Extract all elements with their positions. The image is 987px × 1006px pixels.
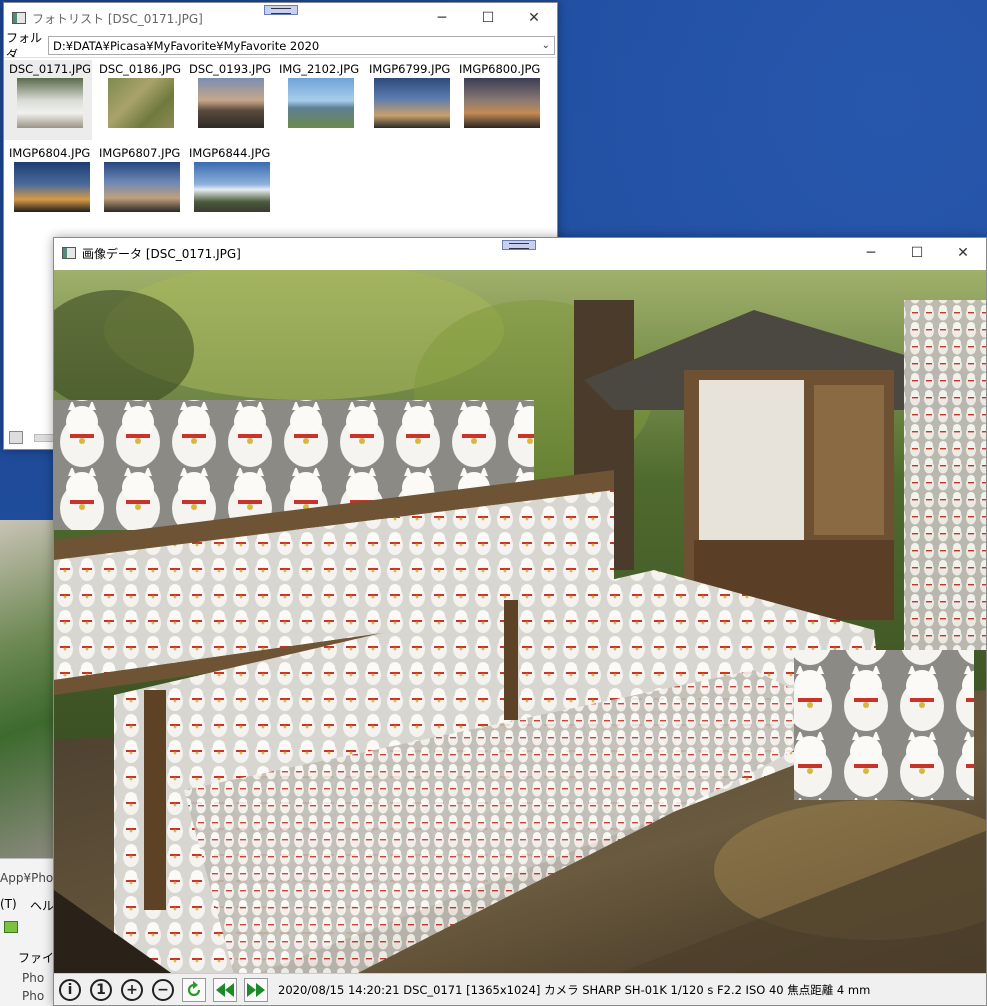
horizontal-scrollbar[interactable] bbox=[34, 434, 54, 442]
folder-row: フォルダ D:¥DATA¥Picasa¥MyFavorite¥MyFavorit… bbox=[4, 31, 557, 62]
maximize-button[interactable]: ☐ bbox=[894, 238, 940, 268]
thumbnail-filename: IMGP6799.JPG bbox=[369, 62, 451, 76]
thumbnail-item[interactable]: IMGP6799.JPG bbox=[364, 60, 452, 140]
image-data-titlebar[interactable]: 画像データ [DSC_0171.JPG] ─ ☐ ✕ bbox=[54, 238, 986, 268]
maximize-button[interactable]: ☐ bbox=[465, 3, 511, 33]
folder-path-select[interactable]: D:¥DATA¥Picasa¥MyFavorite¥MyFavorite 202… bbox=[48, 36, 555, 55]
zoom-in-button[interactable]: + bbox=[120, 978, 144, 1002]
folder-path-value: D:¥DATA¥Picasa¥MyFavorite¥MyFavorite 202… bbox=[53, 39, 320, 53]
window-grip-handle[interactable] bbox=[264, 5, 298, 15]
photo-list-titlebar[interactable]: フォトリスト [DSC_0171.JPG] ─ ☐ ✕ bbox=[4, 3, 557, 33]
minimize-button[interactable]: ─ bbox=[848, 238, 894, 268]
thumbnail-image bbox=[374, 78, 450, 128]
thumbnail-item[interactable]: IMGP6804.JPG bbox=[4, 144, 92, 224]
thumbnail-filename: DSC_0186.JPG bbox=[99, 62, 182, 76]
image-toolbar: i 1 + − 2020/08/15 14:20:21 DSC_0171 [13… bbox=[54, 973, 986, 1005]
thumbnail-image bbox=[104, 162, 180, 212]
fast-forward-icon bbox=[247, 982, 265, 997]
thumbnail-image bbox=[194, 162, 270, 212]
zoom-out-icon: − bbox=[152, 978, 174, 1001]
thumbnail-image bbox=[14, 162, 90, 212]
info-button[interactable]: i bbox=[58, 978, 82, 1002]
rotate-icon bbox=[187, 980, 201, 996]
app-icon bbox=[62, 247, 76, 259]
thumbnail-filename: DSC_0193.JPG bbox=[189, 62, 272, 76]
chevron-down-icon[interactable]: ⌄ bbox=[542, 37, 550, 54]
app-icon bbox=[12, 12, 26, 24]
next-image-button[interactable] bbox=[244, 977, 268, 1002]
thumbnail-filename: IMG_2102.JPG bbox=[279, 62, 360, 76]
close-button[interactable]: ✕ bbox=[940, 238, 986, 268]
close-button[interactable]: ✕ bbox=[511, 3, 557, 33]
image-data-title: 画像データ [DSC_0171.JPG] bbox=[82, 246, 241, 261]
photo-view[interactable] bbox=[54, 270, 986, 975]
background-app-item[interactable]: Pho bbox=[22, 989, 44, 1003]
thumbnail-filename: IMGP6807.JPG bbox=[99, 146, 181, 160]
thumbnail-image bbox=[17, 78, 83, 128]
rewind-icon bbox=[216, 982, 234, 997]
previous-image-button[interactable] bbox=[213, 977, 237, 1002]
photo-list-title: フォトリスト [DSC_0171.JPG] bbox=[32, 11, 203, 26]
actual-size-button[interactable]: 1 bbox=[89, 978, 113, 1002]
thumbnail-image bbox=[108, 78, 174, 128]
thumbnail-image bbox=[464, 78, 540, 128]
thumbnail-item[interactable]: DSC_0171.JPG bbox=[4, 60, 92, 140]
thumbnail-filename: IMGP6800.JPG bbox=[459, 62, 541, 76]
thumbnail-item[interactable]: IMGP6807.JPG bbox=[94, 144, 182, 224]
background-app-menu-t[interactable]: (T) bbox=[0, 897, 17, 911]
thumbnail-filename: IMGP6844.JPG bbox=[189, 146, 271, 160]
background-app-path: App¥Photo bbox=[0, 871, 60, 885]
window-grip-handle[interactable] bbox=[502, 240, 536, 250]
info-icon: i bbox=[59, 978, 81, 1001]
photo-image bbox=[54, 270, 986, 975]
thumbnail-item[interactable]: IMGP6844.JPG bbox=[184, 144, 272, 224]
thumbnail-filename: DSC_0171.JPG bbox=[9, 62, 92, 76]
background-app-window[interactable]: App¥Photo (T) ヘル ファイル Pho Pho bbox=[0, 858, 60, 1006]
background-app-item[interactable]: Pho bbox=[22, 971, 44, 985]
thumbnail-image bbox=[288, 78, 354, 128]
zoom-out-button[interactable]: − bbox=[151, 978, 175, 1002]
image-status-text: 2020/08/15 14:20:21 DSC_0171 [1365x1024]… bbox=[278, 982, 871, 997]
image-data-window[interactable]: 画像データ [DSC_0171.JPG] ─ ☐ ✕ i 1 + − 2020/… bbox=[53, 237, 987, 1006]
thumbnail-item[interactable]: DSC_0186.JPG bbox=[94, 60, 182, 140]
folder-icon bbox=[4, 921, 18, 933]
one-to-one-icon: 1 bbox=[90, 978, 112, 1001]
thumbnail-image bbox=[198, 78, 264, 128]
background-app-menu-help[interactable]: ヘル bbox=[30, 897, 54, 914]
thumbnail-item[interactable]: IMGP6800.JPG bbox=[454, 60, 542, 140]
thumbnail-filename: IMGP6804.JPG bbox=[9, 146, 91, 160]
minimize-button[interactable]: ─ bbox=[419, 3, 465, 33]
status-square-icon bbox=[9, 431, 23, 444]
wallpaper-mountain bbox=[0, 520, 60, 860]
rotate-button[interactable] bbox=[182, 977, 206, 1002]
zoom-in-icon: + bbox=[121, 978, 143, 1001]
thumbnail-item[interactable]: IMG_2102.JPG bbox=[274, 60, 362, 140]
thumbnail-item[interactable]: DSC_0193.JPG bbox=[184, 60, 272, 140]
